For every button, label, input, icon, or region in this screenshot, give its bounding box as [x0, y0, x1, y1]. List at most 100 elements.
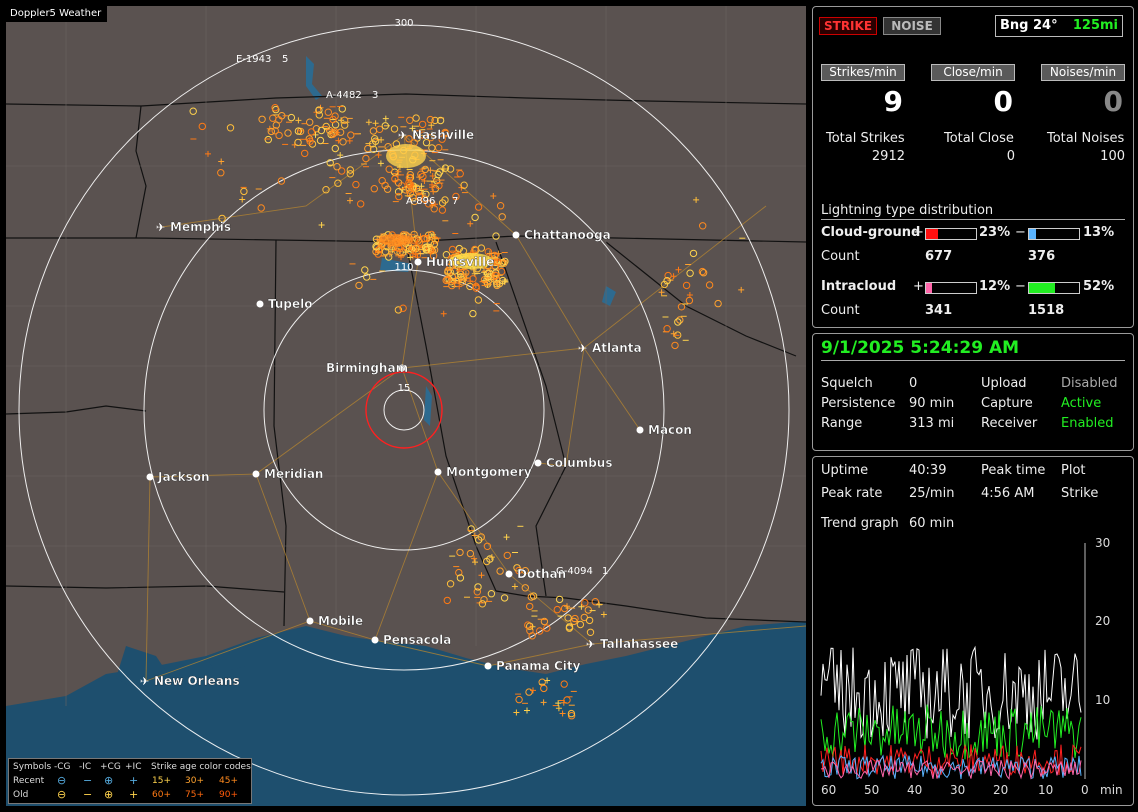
- strikes-per-min-button[interactable]: Strikes/min: [821, 64, 905, 81]
- city-dot-icon: [636, 426, 644, 434]
- distribution-title: Lightning type distribution: [821, 203, 994, 218]
- strike-marker: [471, 213, 479, 222]
- trend-series: [820, 645, 1082, 781]
- cg-positive-count: 677: [925, 249, 953, 264]
- bearing-box: Bng 24° 125mi: [995, 15, 1123, 37]
- strike-marker: [585, 616, 594, 625]
- peak-time-value: 4:56 AM: [981, 486, 1035, 501]
- trend-y-tick-10: 10: [1095, 693, 1110, 707]
- ic-positive-sign: +: [913, 279, 924, 294]
- peak-time-label: Peak time: [981, 463, 1046, 478]
- strike-marker: [738, 286, 745, 293]
- strike-marker: [269, 114, 277, 122]
- strike-marker: [331, 144, 339, 153]
- plot-label: Plot: [1061, 463, 1086, 478]
- airport-icon: ✈: [140, 675, 149, 688]
- noises-per-min-button[interactable]: Noises/min: [1041, 64, 1125, 81]
- strike-marker: [443, 596, 451, 605]
- strike-marker: [456, 170, 464, 178]
- strike-marker: [478, 600, 487, 608]
- strike-marker: [440, 310, 447, 317]
- strike-marker: [564, 614, 572, 622]
- strike-marker: [576, 620, 585, 629]
- strike-marker: [689, 249, 698, 258]
- strike-marker: [355, 281, 363, 290]
- strike-marker: [240, 187, 248, 196]
- city-label-macon: Macon: [648, 423, 692, 437]
- strike-marker: [428, 144, 436, 152]
- peak-rate-label: Peak rate: [821, 486, 883, 501]
- distribution-divider: [821, 219, 1125, 220]
- city-dot-icon: [146, 473, 154, 481]
- city-dot-icon: [256, 300, 264, 308]
- noise-mode-button[interactable]: NOISE: [883, 17, 941, 35]
- cg-positive-bar: [925, 228, 977, 240]
- map-canvas[interactable]: 30011015 E-1943 5A-4482 3A-896 7G-4094 1 ✈ Na…: [6, 6, 806, 806]
- ic-positive-bar-fill: [926, 283, 932, 293]
- strike-marker: [472, 559, 478, 566]
- city-label-huntsville: Huntsville: [426, 255, 494, 269]
- city-label-columbus: Columbus: [546, 456, 613, 470]
- strike-marker: [347, 131, 355, 139]
- strike-marker: [675, 266, 682, 273]
- strike-marker: [295, 117, 302, 124]
- airport-icon: ✈: [398, 129, 407, 142]
- city-label-mobile: Mobile: [318, 614, 363, 628]
- strike-marker: [218, 158, 225, 165]
- trend-x-tick-40: 40: [907, 783, 922, 797]
- ic-count-label: Count: [821, 303, 860, 318]
- strike-marker: [390, 125, 399, 133]
- strike-marker: [435, 144, 443, 152]
- squelch-value: 0: [909, 376, 918, 391]
- city-dot-icon: [484, 662, 492, 670]
- upload-value: Disabled: [1061, 376, 1118, 391]
- strike-marker: [671, 341, 679, 350]
- uptime-label: Uptime: [821, 463, 869, 478]
- storm-count-0: 5: [282, 54, 288, 65]
- strike-marker: [503, 551, 511, 560]
- strike-markers: [189, 104, 746, 720]
- city-dot-icon: [534, 459, 542, 467]
- strike-marker: [294, 138, 302, 147]
- capture-label: Capture: [981, 396, 1033, 411]
- strike-marker: [467, 220, 474, 227]
- ic-positive-bar: [925, 282, 977, 294]
- strike-marker: [198, 122, 207, 131]
- strike-marker: [284, 129, 292, 137]
- strike-marker: [307, 128, 316, 136]
- strike-marker: [686, 269, 694, 277]
- city-label-new-orleans: New Orleans: [154, 674, 240, 688]
- neg-ic-old-icon: −: [83, 788, 93, 801]
- close-per-min-button[interactable]: Close/min: [931, 64, 1015, 81]
- strike-mode-button[interactable]: STRIKE: [819, 17, 877, 35]
- lightning-map[interactable]: 300 110 15 E-1943 5 A-4482 3 A-896 7 G-4094 1 ✈ Na…: [6, 6, 806, 806]
- strike-marker: [469, 309, 477, 318]
- storm-label-0: E-1943: [236, 54, 271, 65]
- city-label-dothan: Dothan: [517, 567, 566, 581]
- strike-marker: [527, 593, 535, 601]
- strike-marker: [430, 188, 437, 195]
- range-value: 313 mi: [909, 416, 955, 431]
- age-old-2: 75+: [185, 790, 204, 800]
- trend-x-tick-20: 20: [993, 783, 1008, 797]
- strike-marker: [301, 149, 309, 158]
- storm-label-2: A-896: [406, 196, 435, 207]
- airport-icon: ✈: [586, 638, 595, 651]
- strike-marker: [456, 548, 464, 557]
- intracloud-label: Intracloud: [821, 279, 897, 294]
- cg-positive-bar-fill: [926, 229, 938, 239]
- legend-age-title: Strike age color codes: [151, 762, 251, 772]
- cg-negative-sign: −: [1015, 225, 1026, 240]
- pos-ic-recent-icon: +: [129, 774, 139, 787]
- legend-panel: Symbols -CG -IC +CG +IC Strike age color…: [8, 758, 252, 804]
- status-panel: 9/1/2025 5:24:29 AM Squelch 0 Upload Dis…: [812, 333, 1134, 451]
- range-label: Range: [821, 416, 863, 431]
- total-close-value: 0: [1006, 149, 1015, 164]
- strike-marker: [412, 114, 420, 122]
- cg-positive-percent: 23%: [979, 225, 1011, 240]
- strike-marker: [418, 120, 427, 129]
- cloud-ground-label: Cloud-ground: [821, 225, 921, 240]
- pos-cg-old-icon: ⊕: [104, 788, 114, 801]
- persistence-label: Persistence: [821, 396, 896, 411]
- receiver-value: Enabled: [1061, 416, 1114, 431]
